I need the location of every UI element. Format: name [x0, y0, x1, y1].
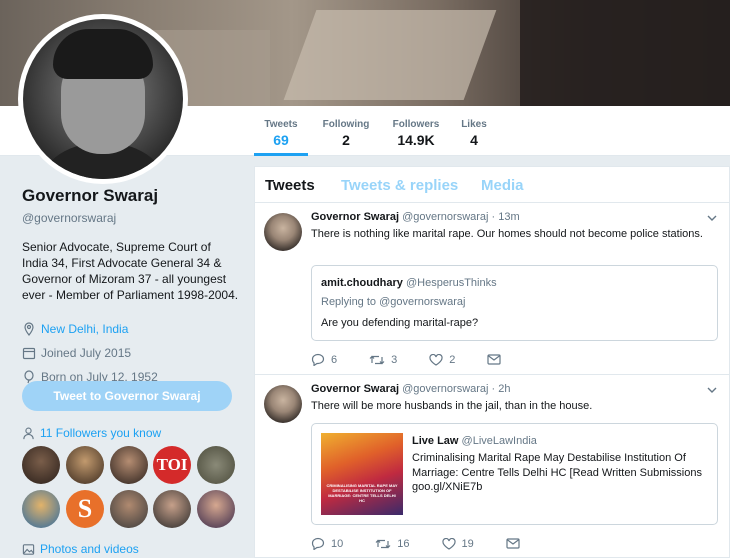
envelope-icon	[506, 538, 520, 549]
like-count: 2	[449, 353, 456, 366]
tweet-author-handle[interactable]: @governorswaraj	[402, 211, 488, 223]
retweet-count: 3	[391, 353, 398, 366]
follower-avatar[interactable]	[110, 490, 148, 528]
reply-button[interactable]: 10	[311, 537, 343, 550]
photos-and-videos[interactable]: Photos and videos	[22, 542, 139, 556]
profile-card: Governor Swaraj @governorswaraj Senior A…	[22, 186, 242, 389]
tweet-actions: 10 16 19	[311, 537, 558, 550]
tweet-time[interactable]: · 2h	[492, 383, 511, 395]
profile-name[interactable]: Governor Swaraj	[22, 186, 242, 206]
follower-avatar[interactable]	[66, 446, 104, 484]
link-card-image-text: CRIMINALISING MARITAL RAPE MAY DESTABILI…	[326, 483, 398, 503]
tweet-actions: 6 3 2	[311, 353, 539, 366]
profile-bio: Senior Advocate, Supreme Court of India …	[22, 240, 239, 302]
nav-likes[interactable]: Likes 4	[456, 106, 492, 156]
nav-tweets-label: Tweets	[264, 119, 298, 130]
nav-following-count: 2	[342, 132, 350, 148]
card-text: Criminalising Marital Rape May Destabili…	[412, 452, 702, 493]
timeline: Tweets Tweets & replies Media Governor S…	[254, 166, 730, 558]
follower-avatar[interactable]	[197, 446, 235, 484]
profile-meta: New Delhi, India Joined July 2015 Born o…	[22, 317, 242, 389]
reply-button[interactable]: 6	[311, 353, 337, 366]
nav-tweets-count: 69	[273, 132, 289, 148]
profile-handle[interactable]: @governorswaraj	[22, 211, 242, 225]
nav-tweets[interactable]: Tweets 69	[254, 106, 308, 156]
like-button[interactable]: 2	[429, 353, 456, 366]
retweet-button[interactable]: 16	[375, 537, 410, 550]
quote-text: Are you defending marital-rape?	[321, 317, 479, 329]
person-icon	[23, 427, 34, 439]
tab-tweets-replies[interactable]: Tweets & replies	[341, 177, 458, 194]
tweet-avatar[interactable]	[264, 385, 302, 423]
tab-tweets[interactable]: Tweets	[265, 177, 315, 194]
nav-followers-count: 14.9K	[397, 132, 435, 148]
follower-avatar-s[interactable]: S	[66, 490, 104, 528]
tweet-item[interactable]: Governor Swaraj @governorswaraj · 2h The…	[255, 375, 729, 558]
tweet-time[interactable]: · 13m	[492, 211, 520, 223]
card-author-name: Live Law	[412, 435, 459, 447]
tweet-text: There is nothing like marital rape. Our …	[311, 228, 703, 240]
tweet-author-name[interactable]: Governor Swaraj	[311, 211, 399, 223]
calendar-icon	[22, 347, 36, 360]
image-icon	[22, 543, 35, 555]
location-icon	[24, 322, 34, 336]
message-button[interactable]	[487, 354, 507, 365]
nav-following[interactable]: Following 2	[318, 106, 374, 156]
nav-likes-label: Likes	[461, 119, 487, 130]
tweet-avatar[interactable]	[264, 213, 302, 251]
followers-you-know[interactable]: 11 Followers you know	[22, 426, 161, 440]
envelope-icon	[487, 354, 501, 365]
profile-avatar[interactable]	[18, 14, 188, 184]
follower-avatar[interactable]	[22, 446, 60, 484]
tweet-to-button[interactable]: Tweet to Governor Swaraj	[22, 381, 232, 411]
tweet-author-name[interactable]: Governor Swaraj	[311, 383, 399, 395]
heart-icon	[441, 537, 456, 550]
like-button[interactable]: 19	[441, 537, 474, 550]
nav-followers-label: Followers	[392, 119, 440, 130]
quote-replying-to: Replying to @governorswaraj	[321, 296, 466, 308]
follower-avatar[interactable]	[22, 490, 60, 528]
tweet-header: Governor Swaraj @governorswaraj · 13m	[311, 211, 520, 223]
retweet-button[interactable]: 3	[369, 354, 397, 366]
location-link[interactable]: New Delhi, India	[41, 322, 128, 336]
joined-date: Joined July 2015	[41, 346, 132, 360]
reply-count: 6	[331, 353, 338, 366]
reply-icon	[311, 353, 325, 366]
followers-you-know-label: 11 Followers you know	[40, 426, 162, 440]
timeline-tabs: Tweets Tweets & replies Media	[255, 167, 729, 203]
follower-avatar[interactable]	[197, 490, 235, 528]
tweet-item[interactable]: Governor Swaraj @governorswaraj · 13m Th…	[255, 203, 729, 375]
tab-media[interactable]: Media	[481, 177, 524, 194]
reply-count: 10	[331, 537, 344, 550]
reply-icon	[311, 537, 325, 550]
follower-avatar-toi[interactable]: TOI	[153, 446, 191, 484]
tweet-text: There will be more husbands in the jail,…	[311, 400, 593, 412]
chevron-down-icon[interactable]	[707, 385, 717, 395]
tweet-header: Governor Swaraj @governorswaraj · 2h	[311, 383, 511, 395]
message-button[interactable]	[506, 538, 526, 549]
quoted-tweet[interactable]: amit.choudhary @HesperusThinks Replying …	[311, 265, 718, 341]
like-count: 19	[461, 537, 474, 550]
link-card-image: CRIMINALISING MARITAL RAPE MAY DESTABILI…	[321, 433, 403, 515]
nav-followers[interactable]: Followers 14.9K	[388, 106, 444, 156]
nav-following-label: Following	[322, 119, 370, 130]
retweet-count: 16	[397, 537, 410, 550]
tweet-author-handle[interactable]: @governorswaraj	[402, 383, 488, 395]
heart-icon	[429, 353, 443, 366]
retweet-icon	[369, 355, 385, 364]
quote-author-handle: @HesperusThinks	[405, 277, 497, 289]
follower-avatar[interactable]	[153, 490, 191, 528]
photos-and-videos-label: Photos and videos	[40, 542, 139, 556]
nav-likes-count: 4	[470, 132, 478, 148]
quote-author-name: amit.choudhary	[321, 277, 403, 289]
link-card[interactable]: CRIMINALISING MARITAL RAPE MAY DESTABILI…	[311, 423, 718, 525]
chevron-down-icon[interactable]	[707, 213, 717, 223]
card-author-handle: @LiveLawIndia	[461, 435, 537, 447]
follower-avatar[interactable]	[110, 446, 148, 484]
retweet-icon	[375, 539, 391, 548]
